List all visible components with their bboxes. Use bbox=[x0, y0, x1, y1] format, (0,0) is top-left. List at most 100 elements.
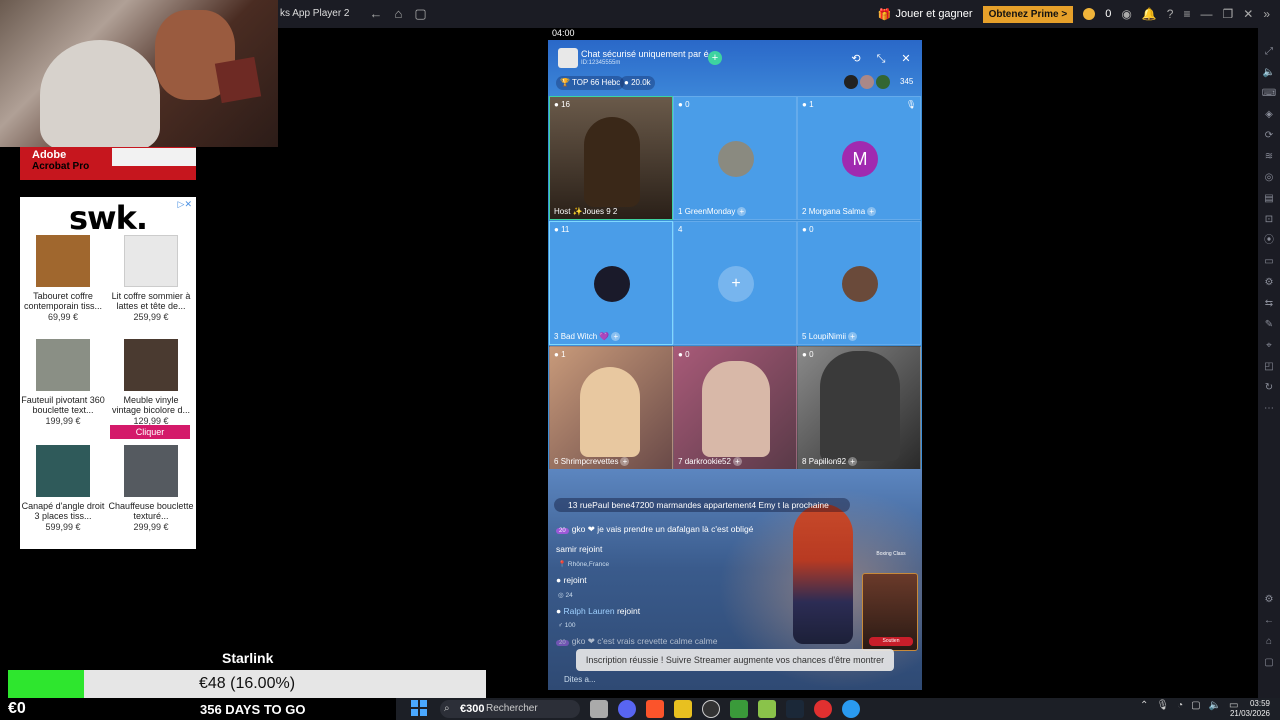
ad-choices-icon[interactable]: ▷✕ bbox=[178, 199, 192, 210]
steam-icon[interactable] bbox=[786, 700, 804, 718]
camera-icon[interactable]: ◎ bbox=[1265, 172, 1274, 183]
help-icon[interactable]: ? bbox=[1167, 7, 1174, 21]
rotate-icon[interactable]: ⟳ bbox=[1265, 130, 1273, 141]
account-icon[interactable]: ◉ bbox=[1121, 7, 1131, 21]
bluestacks-icon[interactable] bbox=[758, 700, 776, 718]
location-icon[interactable]: ⌖ bbox=[1266, 340, 1272, 351]
goal-progress-bar: €48 (16.00%) bbox=[8, 670, 486, 698]
windows-start-icon[interactable] bbox=[411, 700, 427, 716]
seat-5[interactable]: ● 0 5 LoupiNimii + bbox=[797, 221, 921, 345]
chat-input[interactable]: Dites a... bbox=[564, 675, 596, 684]
seat-6[interactable]: ● 1 6 Shrimpcrevettes + bbox=[549, 346, 673, 470]
prime-button[interactable]: Obtenez Prime > bbox=[982, 5, 1074, 23]
more-icon[interactable]: ⋯ bbox=[1264, 403, 1274, 414]
edge-icon[interactable] bbox=[842, 700, 860, 718]
chevron-up-icon[interactable]: ⌃ bbox=[1140, 700, 1148, 711]
chat-message[interactable]: 20 gko ❤ c'est vrais crevette calme calme bbox=[556, 636, 717, 647]
apk-icon[interactable]: ▤ bbox=[1264, 193, 1273, 204]
clock-icon[interactable]: ◔ bbox=[1177, 700, 1183, 711]
product-card[interactable]: Meuble vinyle vintage bicolore d... 129,… bbox=[108, 339, 194, 426]
seat-host[interactable]: ● 16 Host ✨Joues 9 2 bbox=[549, 96, 673, 220]
adobe-ad-banner[interactable]: Adobe Acrobat Pro bbox=[20, 147, 196, 180]
seat-3[interactable]: ● 11 3 Bad Witch 💜 + bbox=[549, 221, 673, 345]
chat-message[interactable]: 20 gko ❤ je vais prendre un dafalgan là c… bbox=[556, 524, 753, 535]
gamepad-icon[interactable]: ◈ bbox=[1265, 109, 1273, 120]
follow-room-button[interactable]: + bbox=[708, 51, 722, 65]
recent-apps-icon[interactable]: ▢ bbox=[414, 6, 426, 22]
close-icon[interactable]: ✕ bbox=[1243, 7, 1253, 21]
chat-message[interactable]: samir rejoint bbox=[556, 544, 602, 554]
volume-icon[interactable]: 🔈 bbox=[1263, 67, 1275, 78]
chat-message[interactable]: ● Ralph Lauren rejoint bbox=[556, 606, 640, 616]
seat-1[interactable]: ● 0 1 GreenMonday + bbox=[673, 96, 797, 220]
swk-ad[interactable]: swk. ▷✕ Tabouret coffre contemporain tis… bbox=[20, 197, 196, 549]
minimize-icon[interactable]: — bbox=[1200, 7, 1212, 21]
seat-7[interactable]: ● 0 7 darkrookie52 + bbox=[673, 346, 797, 470]
home-icon[interactable]: ⌂ bbox=[394, 6, 402, 22]
refresh-icon[interactable]: ↻ bbox=[1265, 382, 1273, 393]
support-button[interactable]: Soutien bbox=[869, 637, 913, 646]
product-card[interactable]: Lit coffre sommier à lattes et tête de..… bbox=[108, 235, 194, 322]
close-room-icon[interactable]: ✕ bbox=[898, 51, 914, 67]
minimize-room-icon[interactable]: ⤡ bbox=[873, 51, 889, 67]
app-icon[interactable] bbox=[674, 700, 692, 718]
discord-icon[interactable] bbox=[618, 700, 636, 718]
viewer-count[interactable]: 345 bbox=[900, 77, 913, 86]
back-icon[interactable]: ← bbox=[369, 6, 382, 22]
file-icon[interactable] bbox=[590, 700, 608, 718]
volume-icon[interactable]: 🔈 bbox=[1209, 700, 1221, 711]
taskbar-clock[interactable]: 03:59 21/03/2026 bbox=[1226, 699, 1270, 719]
empty-seat-icon[interactable]: + bbox=[718, 266, 754, 302]
phone-screen: Chat sécurisé uniquement par é ID:123455… bbox=[548, 28, 922, 690]
recents-icon[interactable]: ▢ bbox=[1264, 657, 1273, 668]
network-icon[interactable]: ▢ bbox=[1191, 700, 1200, 711]
record-icon[interactable]: ⦿ bbox=[1264, 235, 1274, 246]
obs-icon[interactable] bbox=[702, 700, 720, 718]
folder-icon[interactable]: ▭ bbox=[1264, 256, 1273, 267]
layers-icon[interactable]: ◰ bbox=[1264, 361, 1273, 372]
goal-label: Starlink bbox=[222, 650, 274, 666]
room-coins-pill[interactable]: ● 20.0k bbox=[620, 76, 655, 90]
sidebar-toggle-icon[interactable]: » bbox=[1263, 7, 1270, 21]
excel-icon[interactable] bbox=[730, 700, 748, 718]
product-card[interactable]: Fauteuil pivotant 360 bouclette text... … bbox=[20, 339, 106, 426]
product-card[interactable]: Chauffeuse bouclette texturé... 299,99 € bbox=[108, 445, 194, 532]
settings-icon[interactable]: ⚙ bbox=[1265, 594, 1274, 605]
share-icon[interactable]: ⟲ bbox=[848, 51, 864, 67]
taskbar-search[interactable]: ⌕ Rechercher €300 bbox=[440, 700, 580, 718]
product-card[interactable]: Canapé d'angle droit 3 places tiss... 59… bbox=[20, 445, 106, 532]
avatar bbox=[876, 75, 890, 89]
top-rank-pill[interactable]: 🏆 TOP 66 Hebc bbox=[556, 76, 625, 90]
eco-icon[interactable]: ✎ bbox=[1265, 319, 1273, 330]
product-image bbox=[36, 339, 90, 391]
trophy-icon: 🏆 bbox=[560, 78, 570, 87]
room-avatar[interactable] bbox=[558, 48, 578, 68]
fullscreen-icon[interactable]: ⤢ bbox=[1265, 46, 1273, 57]
donation-amount: €300 bbox=[460, 703, 485, 715]
restore-icon[interactable]: ❐ bbox=[1222, 7, 1233, 21]
product-card[interactable]: Tabouret coffre contemporain tiss... 69,… bbox=[20, 235, 106, 322]
mic-icon[interactable]: 🎙 bbox=[1156, 700, 1169, 711]
viewer-avatars[interactable] bbox=[844, 75, 890, 89]
keyboard-icon[interactable]: ⌨ bbox=[1262, 88, 1276, 99]
ad-cta-button[interactable]: Cliquer bbox=[110, 425, 190, 439]
macro-icon[interactable]: ⚙ bbox=[1265, 277, 1274, 288]
menu-icon[interactable]: ≡ bbox=[1183, 7, 1190, 21]
avatar: M bbox=[842, 141, 878, 177]
avatar bbox=[844, 75, 858, 89]
notification-icon[interactable]: 🔔 bbox=[1142, 7, 1157, 21]
home-icon[interactable]: ⌂ bbox=[1266, 636, 1272, 647]
seat-coins: ● 0 bbox=[678, 100, 690, 109]
sync-icon[interactable]: ⇆ bbox=[1265, 298, 1273, 309]
event-card[interactable]: Soutien bbox=[862, 573, 918, 651]
shake-icon[interactable]: ≋ bbox=[1265, 151, 1273, 162]
screenshot-icon[interactable]: ⊡ bbox=[1265, 214, 1273, 225]
back-icon[interactable]: ← bbox=[1264, 615, 1274, 626]
play-earn-button[interactable]: 🎁 Jouer et gagner bbox=[878, 8, 973, 21]
chat-message[interactable]: ● rejoint bbox=[556, 575, 587, 585]
seat-8[interactable]: ● 0 8 Papillon92 + bbox=[797, 346, 921, 470]
seat-2[interactable]: ● 1 🎙 M 2 Morgana Salma + bbox=[797, 96, 921, 220]
seat-4-empty[interactable]: 4 + bbox=[673, 221, 797, 345]
brave-icon[interactable] bbox=[646, 700, 664, 718]
media-icon[interactable] bbox=[814, 700, 832, 718]
